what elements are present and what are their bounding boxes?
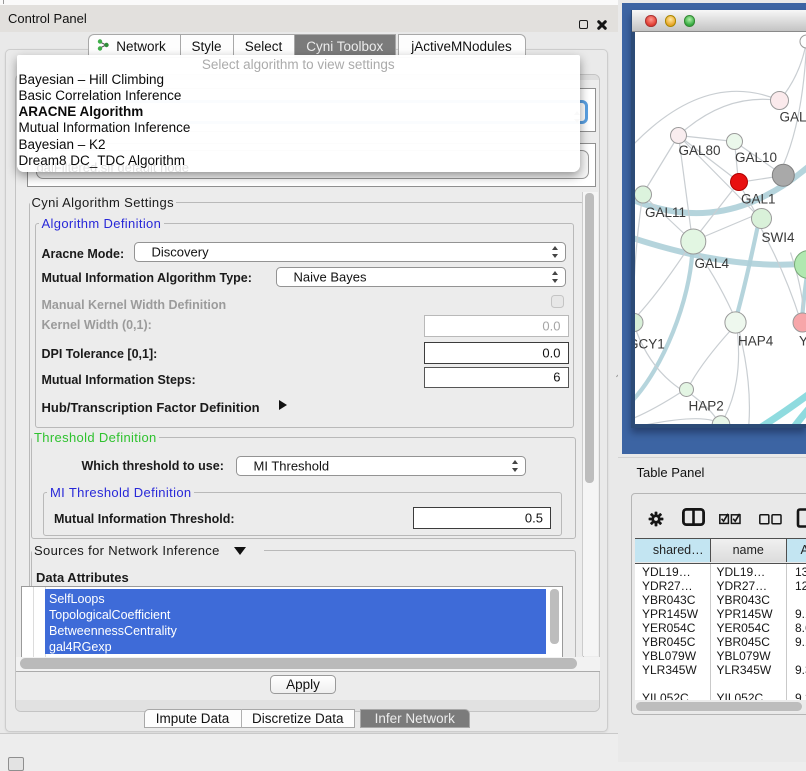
svg-text:SWI4: SWI4 [761,230,794,245]
svg-text:YM: YM [799,333,806,348]
svg-text:GAL1: GAL1 [741,191,776,206]
svg-text:GAL2: GAL2 [779,109,806,124]
svg-text:GAL80: GAL80 [678,143,720,158]
svg-text:GAL4: GAL4 [694,256,729,271]
svg-text:HAP2: HAP2 [688,398,723,413]
svg-text:GAL11: GAL11 [645,205,686,220]
svg-text:HAP4: HAP4 [738,333,774,348]
svg-text:GCY1: GCY1 [635,336,665,351]
svg-text:GAL10: GAL10 [735,150,777,165]
